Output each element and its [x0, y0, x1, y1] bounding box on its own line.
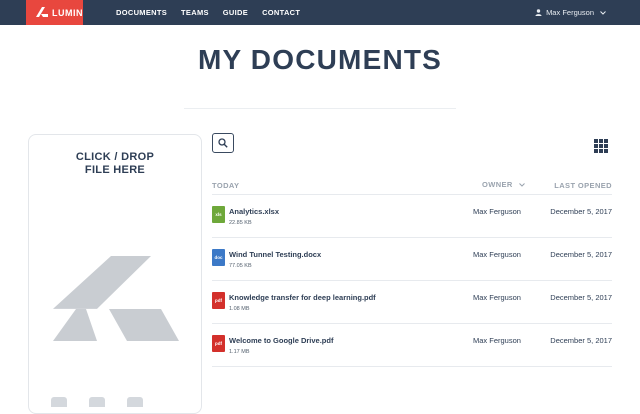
search-icon: [218, 138, 228, 148]
dropzone-label-line2: FILE HERE: [84, 164, 146, 176]
file-last-opened: December 5, 2017: [550, 207, 612, 216]
file-row[interactable]: pdf Welcome to Google Drive.pdf 1.17 MB …: [212, 324, 612, 367]
brand-logo[interactable]: LUMIN: [26, 0, 83, 25]
file-owner: Max Ferguson: [473, 207, 521, 216]
file-last-opened: December 5, 2017: [550, 293, 612, 302]
dropzone-source-icons: [51, 397, 143, 407]
file-last-opened: December 5, 2017: [550, 250, 612, 259]
grid-icon-cell: [599, 139, 603, 143]
file-size: 1.17 MB: [229, 349, 250, 355]
file-name: Analytics.xlsx: [229, 207, 280, 216]
grid-icon-cell: [594, 144, 598, 148]
lumin-watermark-icon: [53, 256, 179, 341]
file-size: 77.05 KB: [229, 263, 252, 269]
file-owner: Max Ferguson: [473, 250, 521, 259]
grid-view-toggle[interactable]: [594, 139, 608, 153]
pdf-file-icon: pdf: [212, 292, 225, 309]
file-row[interactable]: doc Wind Tunnel Testing.docx 77.05 KB Ma…: [212, 238, 612, 281]
owner-sort-header[interactable]: OWNER: [482, 180, 526, 189]
list-header: TODAY OWNER LAST OPENED: [212, 175, 612, 195]
document-list: TODAY OWNER LAST OPENED xls Analytics.xl…: [212, 175, 612, 367]
file-row[interactable]: pdf Knowledge transfer for deep learning…: [212, 281, 612, 324]
file-size: 22.85 KB: [229, 220, 252, 226]
user-icon: [535, 9, 542, 16]
lumin-logo-icon: [36, 6, 48, 17]
chevron-down-icon: [519, 183, 526, 187]
group-label-today: TODAY: [212, 181, 240, 190]
file-name: Welcome to Google Drive.pdf: [229, 336, 334, 345]
file-dropzone[interactable]: CLICK / DROP FILE HERE: [28, 134, 202, 414]
grid-icon-cell: [604, 144, 608, 148]
grid-icon-cell: [594, 139, 598, 143]
dropbox-source-icon[interactable]: [127, 397, 143, 407]
grid-icon-cell: [594, 149, 598, 153]
page-title: MY DOCUMENTS: [197, 44, 443, 75]
nav-link-teams[interactable]: TEAMS: [181, 8, 209, 17]
nav-link-guide[interactable]: GUIDE: [223, 8, 248, 17]
dropzone-label-line1: CLICK / DROP: [75, 151, 155, 163]
user-menu[interactable]: Max Ferguson: [535, 0, 610, 25]
file-row[interactable]: xls Analytics.xlsx 22.85 KB Max Ferguson…: [212, 195, 612, 238]
last-opened-header: LAST OPENED: [554, 181, 612, 190]
file-owner: Max Ferguson: [473, 293, 521, 302]
file-name: Wind Tunnel Testing.docx: [229, 250, 322, 259]
file-owner: Max Ferguson: [473, 336, 521, 345]
nav-link-documents[interactable]: DOCUMENTS: [116, 8, 167, 17]
file-size: 1.08 MB: [229, 306, 250, 312]
dropzone-label: CLICK / DROP FILE HERE: [29, 151, 201, 177]
grid-icon-cell: [599, 149, 603, 153]
document-file-icon: doc: [212, 249, 225, 266]
top-navbar: LUMIN DOCUMENTS TEAMS GUIDE CONTACT Max …: [0, 0, 640, 25]
file-last-opened: December 5, 2017: [550, 336, 612, 345]
title-divider: [184, 108, 456, 109]
owner-header-label: OWNER: [482, 180, 513, 189]
chevron-down-icon: [600, 10, 606, 15]
spreadsheet-file-icon: xls: [212, 206, 225, 223]
user-name: Max Ferguson: [546, 8, 594, 17]
drive-source-icon[interactable]: [89, 397, 105, 407]
nav-links: DOCUMENTS TEAMS GUIDE CONTACT: [116, 0, 314, 25]
grid-icon-cell: [599, 144, 603, 148]
computer-source-icon[interactable]: [51, 397, 67, 407]
grid-icon-cell: [604, 139, 608, 143]
brand-name: LUMIN: [52, 7, 83, 18]
nav-link-contact[interactable]: CONTACT: [262, 8, 300, 17]
grid-icon-cell: [604, 149, 608, 153]
pdf-file-icon: pdf: [212, 335, 225, 352]
search-button[interactable]: [212, 133, 234, 153]
file-name: Knowledge transfer for deep learning.pdf: [229, 293, 376, 302]
